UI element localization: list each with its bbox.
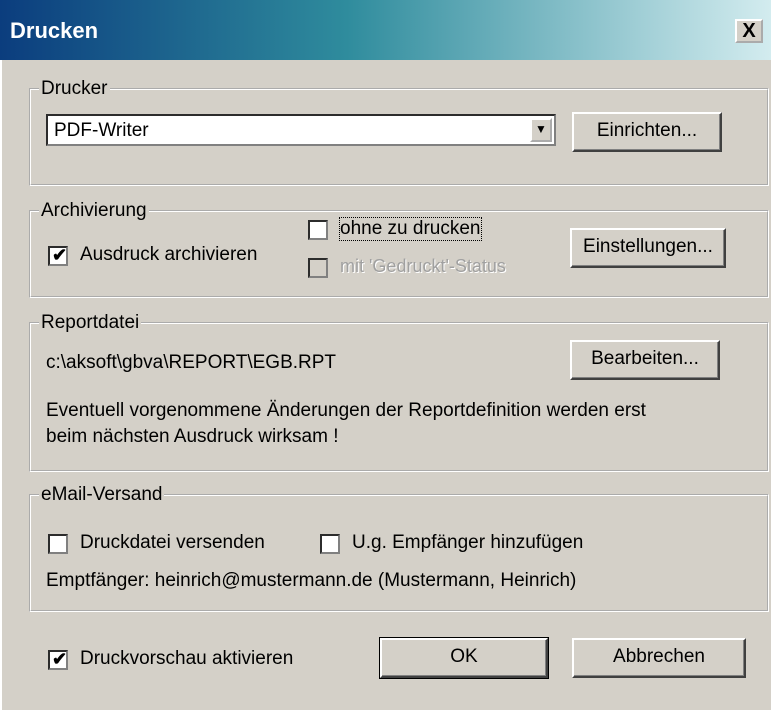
archive-print-label[interactable]: Ausdruck archivieren (80, 244, 257, 266)
printer-setup-button[interactable]: Einrichten... (572, 112, 722, 152)
ok-button[interactable]: OK (379, 637, 549, 679)
printed-status-checkbox[interactable] (308, 258, 328, 278)
report-edit-label: Bearbeiten... (591, 348, 699, 369)
add-recipient-label[interactable]: U.g. Empfänger hinzufügen (352, 532, 583, 554)
archive-settings-button[interactable]: Einstellungen... (570, 228, 726, 268)
printer-select-value: PDF-Writer (54, 120, 149, 141)
report-group-label: Reportdatei (41, 312, 140, 333)
title-bar[interactable]: Drucken X (0, 0, 771, 60)
report-note-line1: Eventuell vorgenommene Änderungen der Re… (46, 400, 646, 421)
email-group-label: eMail-Versand (41, 484, 163, 505)
printer-group-label: Drucker (41, 78, 108, 99)
window-title: Drucken (10, 18, 99, 43)
report-edit-button[interactable]: Bearbeiten... (570, 340, 720, 380)
report-note-line2: beim nächsten Ausdruck wirksam ! (46, 426, 339, 447)
chevron-down-icon[interactable]: ▼ (530, 118, 552, 142)
archive-group-label: Archivierung (41, 200, 147, 221)
without-print-checkbox[interactable] (308, 220, 328, 240)
send-file-label[interactable]: Druckdatei versenden (80, 532, 265, 554)
checkmark-icon: ✔ (52, 649, 68, 669)
ok-label: OK (450, 646, 478, 667)
recipient-text: Emptfänger: heinrich@mustermann.de (Must… (46, 570, 577, 591)
preview-checkbox[interactable]: ✔ (48, 649, 68, 670)
close-button[interactable]: X (735, 19, 763, 43)
preview-label[interactable]: Druckvorschau aktivieren (80, 648, 293, 670)
send-file-checkbox[interactable] (48, 534, 68, 554)
cancel-label: Abbrechen (613, 646, 705, 667)
checkmark-icon: ✔ (52, 245, 68, 265)
report-group: Reportdatei (29, 312, 769, 472)
cancel-button[interactable]: Abbrechen (572, 638, 746, 678)
dialog-body: Drucker PDF-Writer ▼ Einrichten... Archi… (0, 60, 771, 710)
archive-settings-label: Einstellungen... (583, 236, 713, 257)
archive-print-checkbox[interactable]: ✔ (48, 245, 68, 266)
printer-setup-label: Einrichten... (596, 120, 698, 141)
close-icon: X (742, 20, 756, 42)
report-path: c:\aksoft\gbva\REPORT\EGB.RPT (46, 352, 337, 373)
printer-select[interactable]: PDF-Writer ▼ (46, 114, 556, 146)
add-recipient-checkbox[interactable] (320, 534, 340, 554)
without-print-label[interactable]: ohne zu drucken (339, 217, 482, 241)
printed-status-label[interactable]: mit 'Gedruckt'-Status (340, 256, 506, 277)
